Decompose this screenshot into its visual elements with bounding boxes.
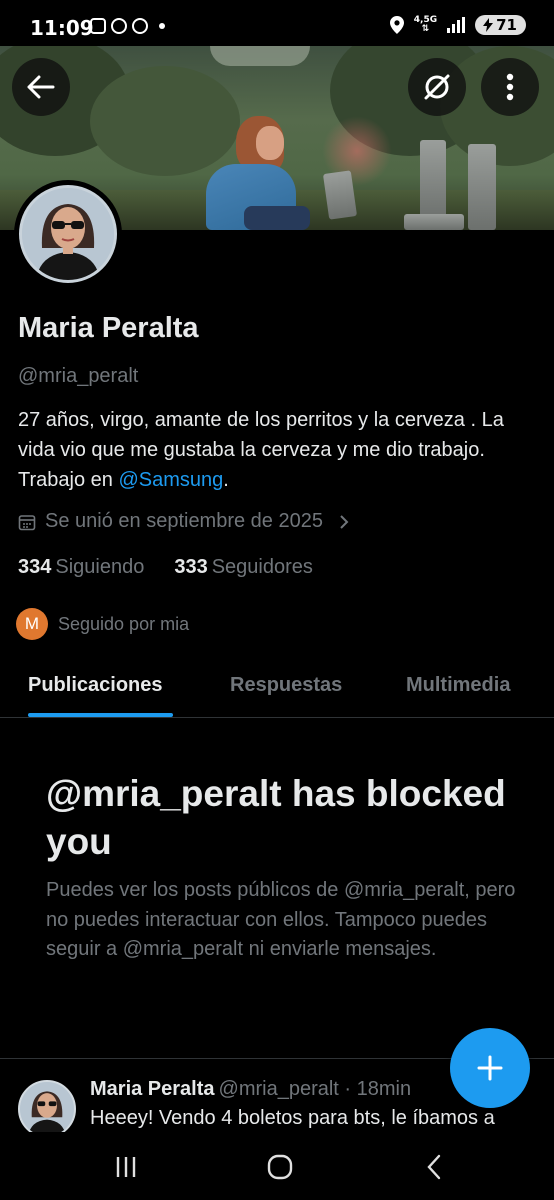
network-type: 4,5G ⇅ (413, 15, 438, 34)
system-navigation-bar (0, 1132, 554, 1200)
following-count: 334 (18, 556, 52, 578)
following-label: Siguiendo (55, 556, 145, 578)
mute-icon (424, 74, 450, 100)
post-author-name[interactable]: Maria Peralta (90, 1078, 215, 1100)
battery-indicator: 71 (475, 15, 526, 35)
post-header: Maria Peralta @mria_peralt · 18min (90, 1078, 411, 1101)
followers-link[interactable]: 333 Seguidores (174, 556, 313, 579)
home-button[interactable] (260, 1152, 300, 1182)
nav-back-icon (427, 1154, 441, 1180)
unmute-button[interactable] (408, 58, 466, 116)
status-right: 4,5G ⇅ 71 (389, 15, 526, 35)
plus-icon (477, 1055, 503, 1081)
follow-counts: 334 Siguiendo 333 Seguidores (18, 556, 313, 579)
charging-icon (483, 18, 494, 32)
threads-icon (132, 18, 148, 34)
followed-by[interactable]: M Seguido por mia (16, 608, 189, 640)
location-icon (389, 16, 404, 34)
joined-date[interactable]: Se unió en septiembre de 2025 (18, 510, 350, 533)
bio-mention-link[interactable]: @Samsung (118, 469, 223, 491)
blocked-description: Puedes ver los posts públicos de @mria_p… (46, 879, 516, 960)
screenshot-icon (90, 18, 106, 34)
chevron-right-icon (340, 514, 349, 529)
tab-replies[interactable]: Respuestas (230, 674, 342, 697)
profile-tabs: Publicaciones Respuestas Multimedia (0, 660, 554, 718)
notification-icons (90, 18, 165, 34)
tab-posts[interactable]: Publicaciones (28, 674, 163, 697)
joined-text: Se unió en septiembre de 2025 (45, 510, 323, 532)
profile-bio: 27 años, virgo, amante de los perritos y… (18, 409, 504, 491)
whatsapp-icon (111, 18, 127, 34)
follower-avatar: M (16, 608, 48, 640)
signal-icon (447, 17, 466, 33)
followed-by-text: Seguido por mia (58, 613, 190, 634)
active-tab-indicator (28, 713, 173, 717)
post-text[interactable]: Heeey! Vendo 4 boletos para bts, le íbam… (90, 1107, 550, 1130)
post-meta: @mria_peralt · 18min (218, 1078, 412, 1100)
avatar-photo (19, 185, 117, 283)
tab-media[interactable]: Multimedia (406, 674, 510, 697)
system-back-button[interactable] (414, 1152, 454, 1182)
more-vertical-icon (506, 73, 514, 101)
status-time: 11:09 (30, 16, 94, 40)
followers-label: Seguidores (211, 556, 313, 578)
more-notifications-icon (159, 23, 165, 29)
recent-apps-icon (116, 1157, 136, 1177)
profile-name: Maria Peralta (18, 312, 199, 344)
calendar-icon (18, 514, 36, 530)
compose-post-button[interactable] (450, 1028, 530, 1108)
following-link[interactable]: 334 Siguiendo (18, 556, 144, 579)
blocked-title: @mria_peralt has blocked you (46, 773, 506, 862)
back-arrow-icon (27, 75, 55, 99)
recent-apps-button[interactable] (106, 1152, 146, 1182)
home-icon (267, 1154, 293, 1180)
post-avatar[interactable] (18, 1080, 76, 1138)
back-button[interactable] (12, 58, 70, 116)
more-options-button[interactable] (481, 58, 539, 116)
profile-handle: @mria_peralt (18, 365, 139, 387)
status-bar: 11:09 4,5G ⇅ 71 (0, 0, 554, 46)
followers-count: 333 (174, 556, 208, 578)
profile-avatar[interactable] (14, 180, 122, 288)
